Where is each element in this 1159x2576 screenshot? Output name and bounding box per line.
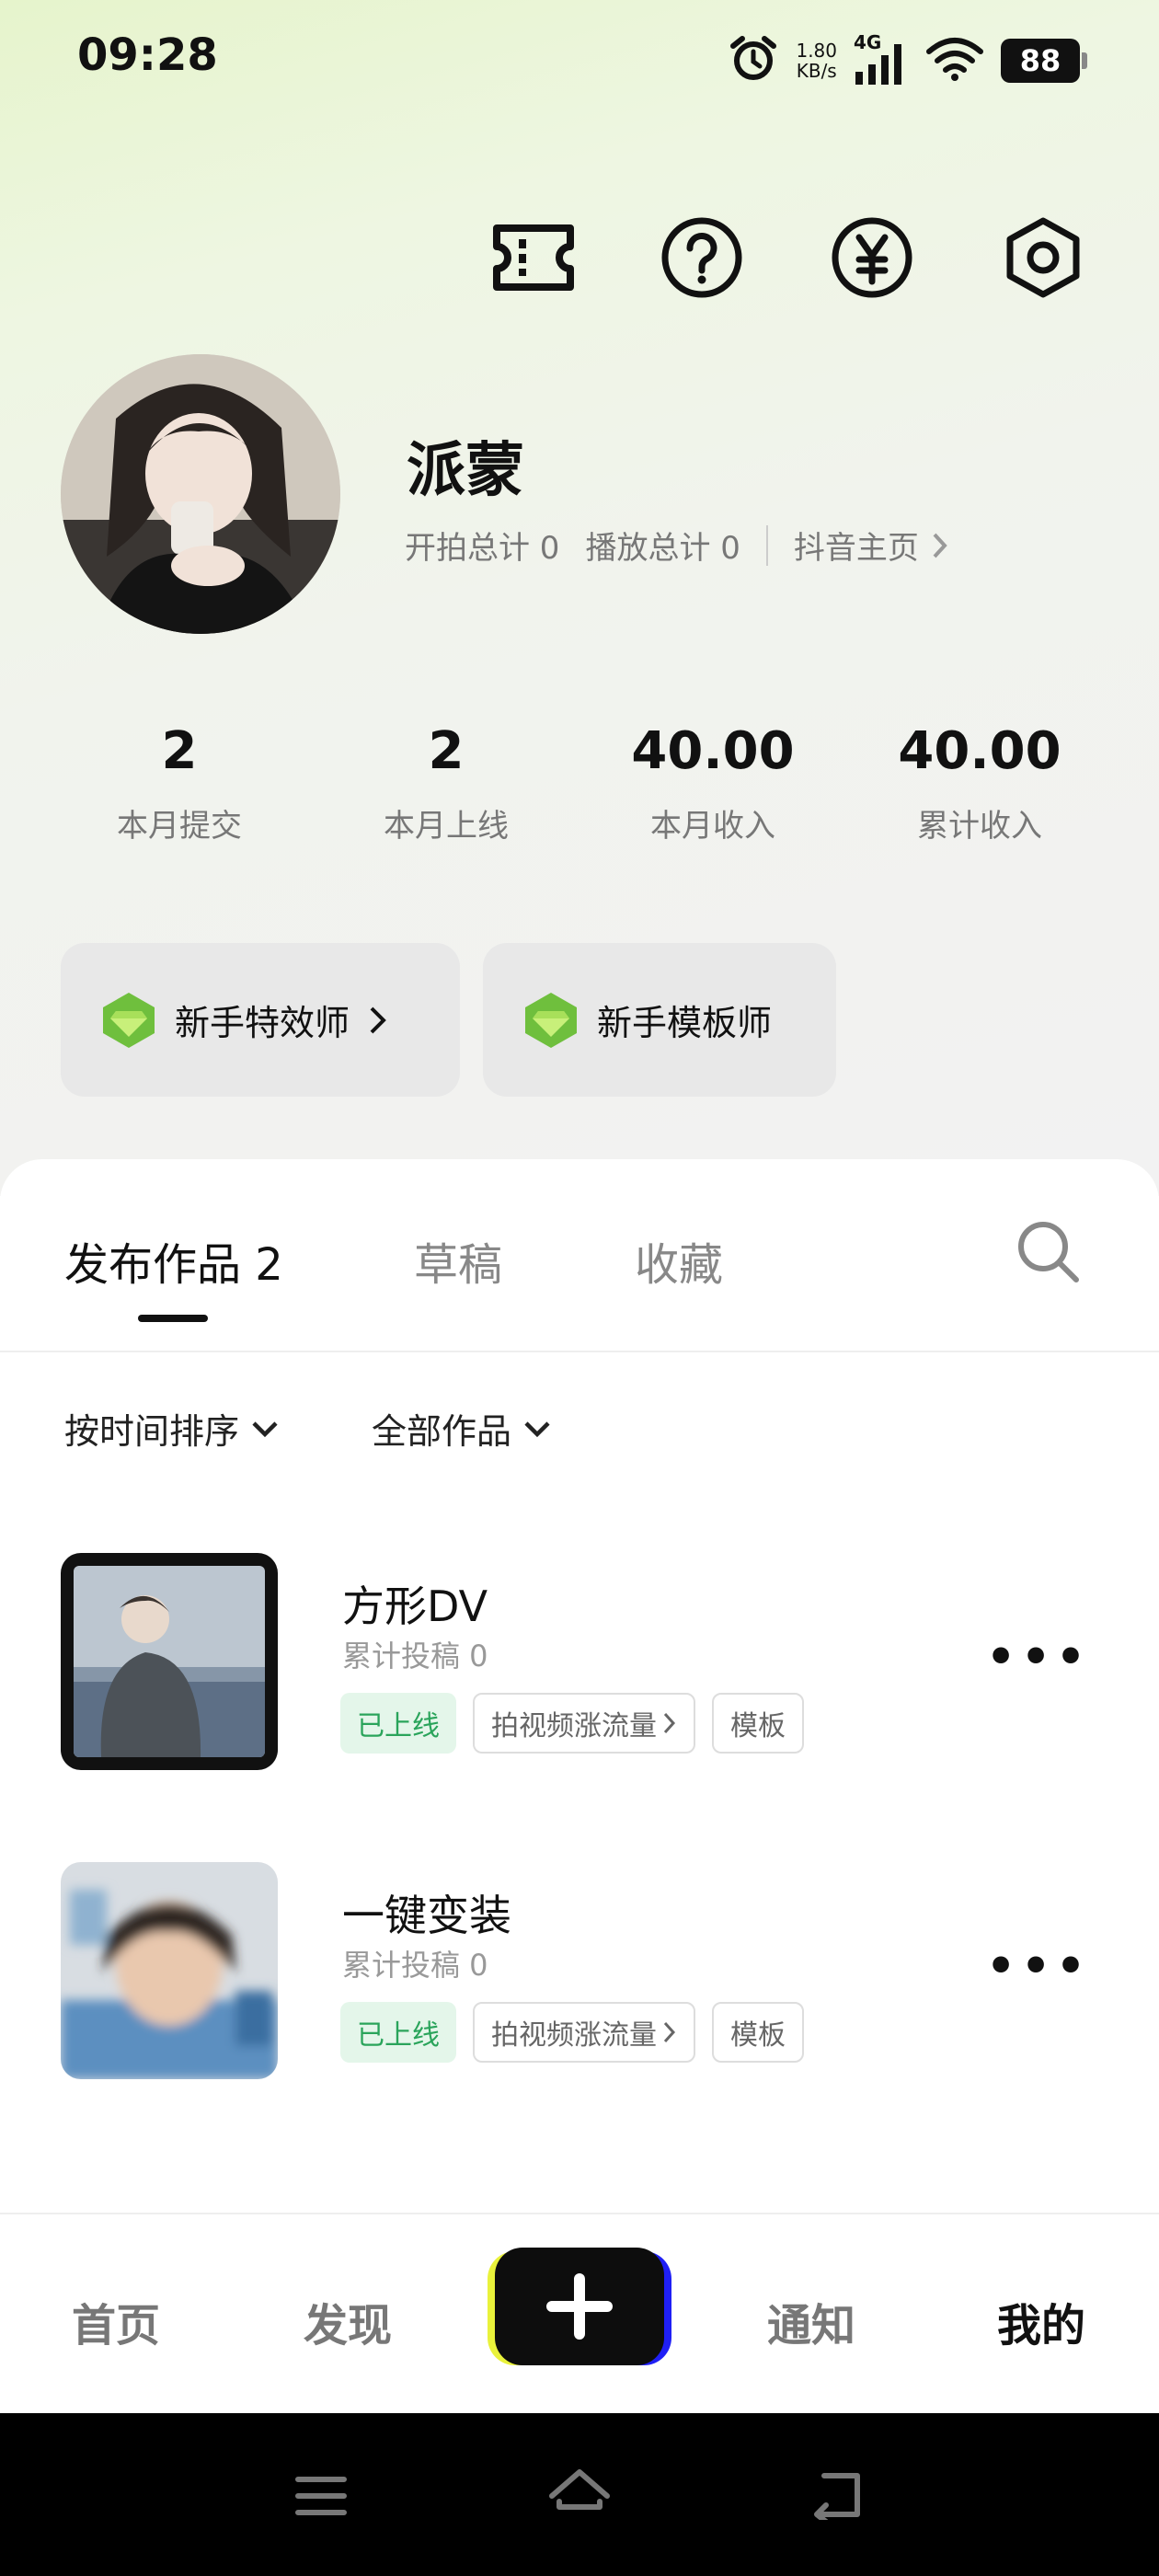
- work-tags: 已上线 拍视频涨流量 模板: [340, 2002, 804, 2063]
- work-tags: 已上线 拍视频涨流量 模板: [340, 1693, 804, 1754]
- stat-value: 2: [428, 721, 465, 781]
- work-count: 累计投稿 0: [342, 1639, 488, 1673]
- profile-substats: 开拍总计 0 播放总计 0 抖音主页: [405, 523, 948, 568]
- status-time: 09:28: [77, 29, 218, 81]
- wifi-icon: [925, 35, 984, 86]
- stat-monthly-submit[interactable]: 2 本月提交: [46, 719, 313, 845]
- stat-label: 本月上线: [384, 808, 509, 845]
- network-speed: 1.80 KB/s: [796, 40, 837, 82]
- battery-icon: 88: [1001, 39, 1087, 83]
- sort-dropdown[interactable]: 按时间排序: [64, 1403, 280, 1454]
- stat-monthly-income[interactable]: 40.00 本月收入: [580, 719, 846, 845]
- work-title[interactable]: 方形DV: [342, 1573, 488, 1634]
- ticket-icon[interactable]: [488, 212, 580, 304]
- stat-value: 40.00: [898, 721, 1061, 781]
- system-nav-bar: [0, 2413, 1159, 2576]
- status-badge: 已上线: [340, 2002, 456, 2063]
- type-badge: 模板: [712, 1693, 804, 1754]
- avatar[interactable]: [61, 354, 340, 634]
- badge-label: 新手特效师: [175, 1003, 350, 1043]
- tab-divider: [0, 1351, 1159, 1352]
- stat-label: 本月提交: [117, 808, 242, 845]
- stat-value: 2: [161, 721, 198, 781]
- yuan-icon[interactable]: [826, 212, 918, 304]
- play-total: 播放总计 0: [585, 530, 740, 567]
- category-label: 全部作品: [372, 1411, 512, 1452]
- tab-drafts[interactable]: 草稿: [414, 1228, 502, 1293]
- work-count: 累计投稿 0: [342, 1948, 488, 1983]
- tab-published[interactable]: 发布作品 2: [64, 1228, 283, 1293]
- profile-name: 派蒙: [407, 437, 524, 505]
- badge-label: 新手模板师: [597, 1003, 773, 1043]
- badge-template-creator[interactable]: 新手模板师: [483, 943, 836, 1097]
- nav-mine[interactable]: 我的: [997, 2289, 1085, 2353]
- type-badge: 模板: [712, 2002, 804, 2063]
- menu-icon[interactable]: [294, 2474, 348, 2518]
- nav-discover[interactable]: 发现: [304, 2289, 392, 2353]
- signal-icon: 4G: [854, 31, 909, 86]
- chevron-right-icon: [663, 1712, 676, 1734]
- chevron-right-icon: [663, 2021, 676, 2043]
- stat-label: 累计收入: [917, 808, 1042, 845]
- tab-active-indicator: [138, 1315, 208, 1322]
- douyin-homepage-link[interactable]: 抖音主页: [794, 523, 948, 568]
- stat-total-income[interactable]: 40.00 累计收入: [846, 719, 1113, 845]
- nav-home[interactable]: 首页: [72, 2289, 160, 2353]
- status-badge: 已上线: [340, 1693, 456, 1754]
- more-options-icon[interactable]: •••: [986, 1630, 1091, 1684]
- search-icon[interactable]: [1016, 1219, 1082, 1289]
- alarm-icon: [728, 33, 779, 88]
- promote-button[interactable]: 拍视频涨流量: [473, 2002, 695, 2063]
- category-dropdown[interactable]: 全部作品: [372, 1403, 552, 1454]
- gem-icon: [525, 992, 577, 1048]
- settings-icon[interactable]: [997, 212, 1089, 304]
- chevron-right-icon: [370, 1006, 386, 1033]
- create-button[interactable]: [488, 2248, 671, 2369]
- work-thumbnail[interactable]: [61, 1553, 278, 1770]
- gem-icon: [103, 992, 155, 1048]
- work-title[interactable]: 一键变装: [342, 1882, 511, 1943]
- home-icon[interactable]: [548, 2468, 611, 2520]
- nav-notify[interactable]: 通知: [767, 2289, 855, 2353]
- badge-effect-creator[interactable]: 新手特效师: [61, 943, 460, 1097]
- work-thumbnail[interactable]: [61, 1862, 278, 2079]
- stat-label: 本月收入: [650, 808, 775, 845]
- status-icons: 1.80 KB/s 4G 88: [728, 31, 1087, 90]
- shoot-total: 开拍总计 0: [405, 530, 560, 567]
- tab-favorites[interactable]: 收藏: [635, 1228, 723, 1293]
- back-icon[interactable]: [809, 2470, 863, 2520]
- promote-button[interactable]: 拍视频涨流量: [473, 1693, 695, 1754]
- chevron-down-icon: [252, 1420, 278, 1437]
- chevron-down-icon: [524, 1420, 550, 1437]
- divider: [765, 524, 768, 566]
- chevron-right-icon: [933, 533, 947, 558]
- sort-label: 按时间排序: [64, 1411, 240, 1452]
- help-icon[interactable]: [656, 212, 748, 304]
- stat-monthly-online[interactable]: 2 本月上线: [313, 719, 580, 845]
- stat-value: 40.00: [631, 721, 795, 781]
- more-options-icon[interactable]: •••: [986, 1939, 1091, 1993]
